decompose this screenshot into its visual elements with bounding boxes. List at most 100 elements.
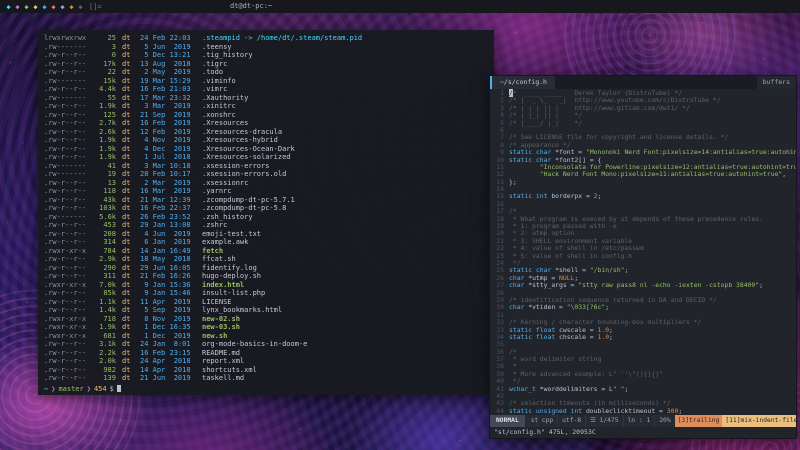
code-text: "Hack Nerd Font Mono:pixelsize=11:antial… — [509, 171, 786, 178]
workspace-7[interactable]: ◆ — [58, 3, 67, 11]
file-size: 15k — [90, 77, 116, 86]
shell-prompt[interactable]: ~ ❯ master ❯ 454 $ — [44, 385, 488, 394]
layout-indicator[interactable]: []= — [89, 3, 102, 11]
statusline-right: cpputf-8☰ 1/475ln : 120%[3]trailing[11]m… — [537, 415, 797, 427]
workspace-8[interactable]: ◆ — [67, 3, 76, 11]
file-name: fidentify.log — [202, 264, 257, 273]
file-owner: dt — [122, 34, 134, 43]
file-date: 21 Mar 12:39 — [140, 196, 198, 205]
file-permissions: .rwxr-xr-x — [44, 315, 90, 324]
file-size: 0 — [90, 51, 116, 60]
file-date: 5 Jun 2019 — [140, 43, 198, 52]
focused-window-title: dt@dt-pc:~ — [230, 0, 272, 13]
file-row: .rw-r--r--0dt 5 Dec 13:21.tig_history — [44, 51, 488, 60]
file-name: emoji-test.txt — [202, 230, 261, 239]
file-size: 2.6k — [90, 128, 116, 137]
file-owner: dt — [122, 323, 134, 332]
file-row: .rw-------5.6kdt26 Feb 23:52.zsh_history — [44, 213, 488, 222]
file-row: .rw-r--r--314dt 6 Jan 2019example.awk — [44, 238, 488, 247]
file-permissions: .rw-r--r-- — [44, 51, 90, 60]
file-size: 103k — [90, 204, 116, 213]
prompt-symbol: $ — [110, 385, 114, 394]
file-name: .xsession-errors — [202, 162, 269, 171]
file-owner: dt — [122, 119, 134, 128]
file-name: .vimrc — [202, 85, 227, 94]
file-size: 1.1k — [90, 298, 116, 307]
file-permissions: .rw-r--r-- — [44, 128, 90, 137]
file-row: .rw-r--r--22dt 2 May 2019.todo — [44, 68, 488, 77]
code-text: static int borderpx = 2; — [509, 193, 601, 200]
file-row: .rw-r--r--982dt14 Apr 2018shortcuts.xml — [44, 366, 488, 375]
file-size: 19 — [90, 170, 116, 179]
code-text: wchar_t *worddelimiters = L" "; — [509, 386, 628, 393]
file-row: .rw-r--r--118dt16 Mar 2019.yarnrc — [44, 187, 488, 196]
file-name: .Xresources-Ocean-Dark — [202, 145, 295, 154]
tab-config-h[interactable]: ~/s/config.h — [490, 76, 555, 89]
terminal-vim-editor[interactable]: ~/s/config.h buffers 1/* ____ _____ Dere… — [489, 75, 797, 439]
file-owner: dt — [122, 272, 134, 281]
file-row: .rw-------3dt 5 Jun 2019.teensy — [44, 43, 488, 52]
code-area[interactable]: 1/* ____ _____ Derek Taylor (DistroTube)… — [490, 89, 796, 415]
prompt-count: 454 — [94, 385, 107, 394]
code-line: 30char *vtiden = "\033[?6c"; — [490, 304, 796, 311]
file-name: org-mode-basics-in-doom-e — [202, 340, 307, 349]
code-text: static unsigned int doubleclicktimeout =… — [509, 408, 682, 415]
file-owner: dt — [122, 247, 134, 256]
code-line: 35 — [490, 341, 796, 348]
terminal-file-listing[interactable]: lrwxrwxrwx25dt24 Feb 22:03.steampid -> /… — [38, 30, 494, 395]
file-row: .rw-r--r--3.1kdt24 Jan 8:01org-mode-basi… — [44, 340, 488, 349]
file-owner: dt — [122, 111, 134, 120]
file-row: .rw-r--r--43kdt21 Mar 12:39.zcompdump-dt… — [44, 196, 488, 205]
code-line: 23 * 5: value of shell in config.h — [490, 253, 796, 260]
file-row: .rw-r--r--4.4kdt16 Feb 21:03.vimrc — [44, 85, 488, 94]
file-row: lrwxrwxrwx25dt24 Feb 22:03.steampid -> /… — [44, 34, 488, 43]
code-line: 37 * word delimiter string — [490, 356, 796, 363]
file-permissions: .rw-r--r-- — [44, 272, 90, 281]
file-size: 25 — [90, 34, 116, 43]
prompt-separator-icon: ❯ — [51, 385, 55, 394]
file-permissions: .rw-r--r-- — [44, 119, 90, 128]
file-row: .rw-r--r--1.9kdt 1 Jul 2018.Xresources-s… — [44, 153, 488, 162]
file-row: .rw-r--r--290dt29 Jun 16:05fidentify.log — [44, 264, 488, 273]
vim-command-line[interactable]: "st/config.h" 475L, 20953C — [490, 427, 796, 438]
file-name: .Xresources-solarized — [202, 153, 291, 162]
file-date: 2 May 2019 — [140, 68, 198, 77]
file-date: 24 Feb 22:03 — [140, 34, 198, 43]
statusline-segment: ln : 1 — [623, 415, 655, 427]
file-owner: dt — [122, 264, 134, 273]
file-date: 12 Feb 2019 — [140, 128, 198, 137]
file-name: .steampid -> /home/dt/.steam/steam.pid — [202, 34, 362, 43]
file-owner: dt — [122, 179, 134, 188]
file-size: 1.9k — [90, 145, 116, 154]
file-size: 41 — [90, 162, 116, 171]
file-name: shortcuts.xml — [202, 366, 257, 375]
file-date: 26 Feb 23:52 — [140, 213, 198, 222]
file-permissions: .rw------- — [44, 77, 90, 86]
workspace-3[interactable]: ◆ — [22, 3, 31, 11]
workspace-6[interactable]: ◆ — [49, 3, 58, 11]
file-size: 55 — [90, 94, 116, 103]
file-permissions: .rwxr-xr-x — [44, 247, 90, 256]
workspace-2[interactable]: ◆ — [13, 3, 22, 11]
file-row: .rw-r--r--103kdt16 Feb 22:37.zcompdump-d… — [44, 204, 488, 213]
file-name: .zcompdump-dt-pc-5.8 — [202, 204, 286, 213]
file-name: report.xml — [202, 357, 244, 366]
file-size: 3 — [90, 43, 116, 52]
file-name: .xsession-errors.old — [202, 170, 286, 179]
file-row: .rw-r--r--1.9kdt 4 Dec 2019.Xresources-O… — [44, 145, 488, 154]
file-row: .rwxr-xr-x681dt 1 Dec 2019new.sh — [44, 332, 488, 341]
code-line: 44static unsigned int doubleclicktimeout… — [490, 408, 796, 415]
file-row: .rw-r--r--311dt21 Feb 16:26hugo-deploy.s… — [44, 272, 488, 281]
workspace-1[interactable]: ◆ — [4, 3, 13, 11]
workspace-4[interactable]: ◆ — [31, 3, 40, 11]
file-owner: dt — [122, 366, 134, 375]
file-size: 681 — [90, 332, 116, 341]
file-size: 718 — [90, 315, 116, 324]
workspace-5[interactable]: ◆ — [40, 3, 49, 11]
file-permissions: .rw-r--r-- — [44, 204, 90, 213]
code-text: char *vtiden = "\033[?6c"; — [509, 304, 609, 311]
file-owner: dt — [122, 221, 134, 230]
file-size: 290 — [90, 264, 116, 273]
workspace-9[interactable]: ◆ — [76, 3, 85, 11]
file-permissions: .rw-r--r-- — [44, 298, 90, 307]
